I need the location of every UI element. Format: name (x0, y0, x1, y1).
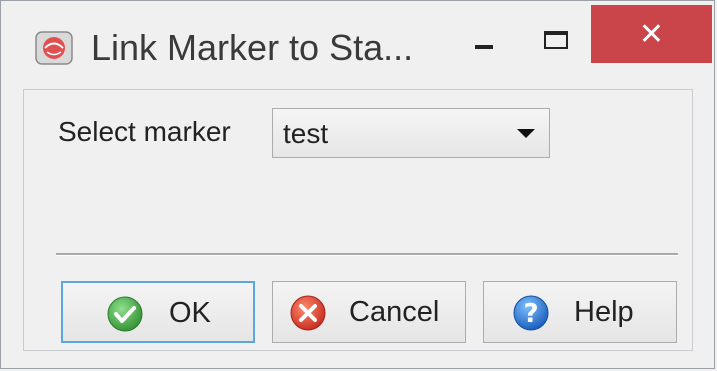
app-icon (35, 31, 73, 65)
marker-select[interactable]: test (272, 108, 550, 158)
cancel-button[interactable]: Cancel (272, 281, 466, 343)
marker-select-value: test (283, 118, 329, 149)
close-icon: ✕ (638, 17, 665, 52)
svg-text:?: ? (523, 299, 538, 329)
close-button[interactable]: ✕ (591, 5, 712, 63)
help-button-label: Help (574, 296, 634, 328)
minimize-button[interactable] (453, 5, 513, 61)
minimize-icon (475, 45, 493, 49)
cancel-button-label: Cancel (349, 296, 440, 328)
maximize-icon (544, 31, 568, 49)
question-mark-icon: ? (512, 294, 550, 332)
dialog-content: Select marker test OK Cancel ? Help (23, 89, 693, 351)
chevron-down-icon (517, 129, 535, 138)
window-title: Link Marker to Sta... (91, 27, 414, 68)
maximize-button[interactable] (526, 5, 586, 61)
title-bar[interactable]: Link Marker to Sta... ✕ (1, 1, 714, 87)
dialog-window: Link Marker to Sta... ✕ Select marker te… (0, 0, 715, 369)
separator (56, 253, 678, 256)
help-button[interactable]: ? Help (483, 281, 677, 343)
ok-button[interactable]: OK (61, 281, 255, 343)
ok-button-label: OK (169, 297, 211, 329)
checkmark-icon (106, 295, 144, 333)
select-marker-label: Select marker (58, 116, 231, 147)
cancel-x-icon (289, 294, 327, 332)
